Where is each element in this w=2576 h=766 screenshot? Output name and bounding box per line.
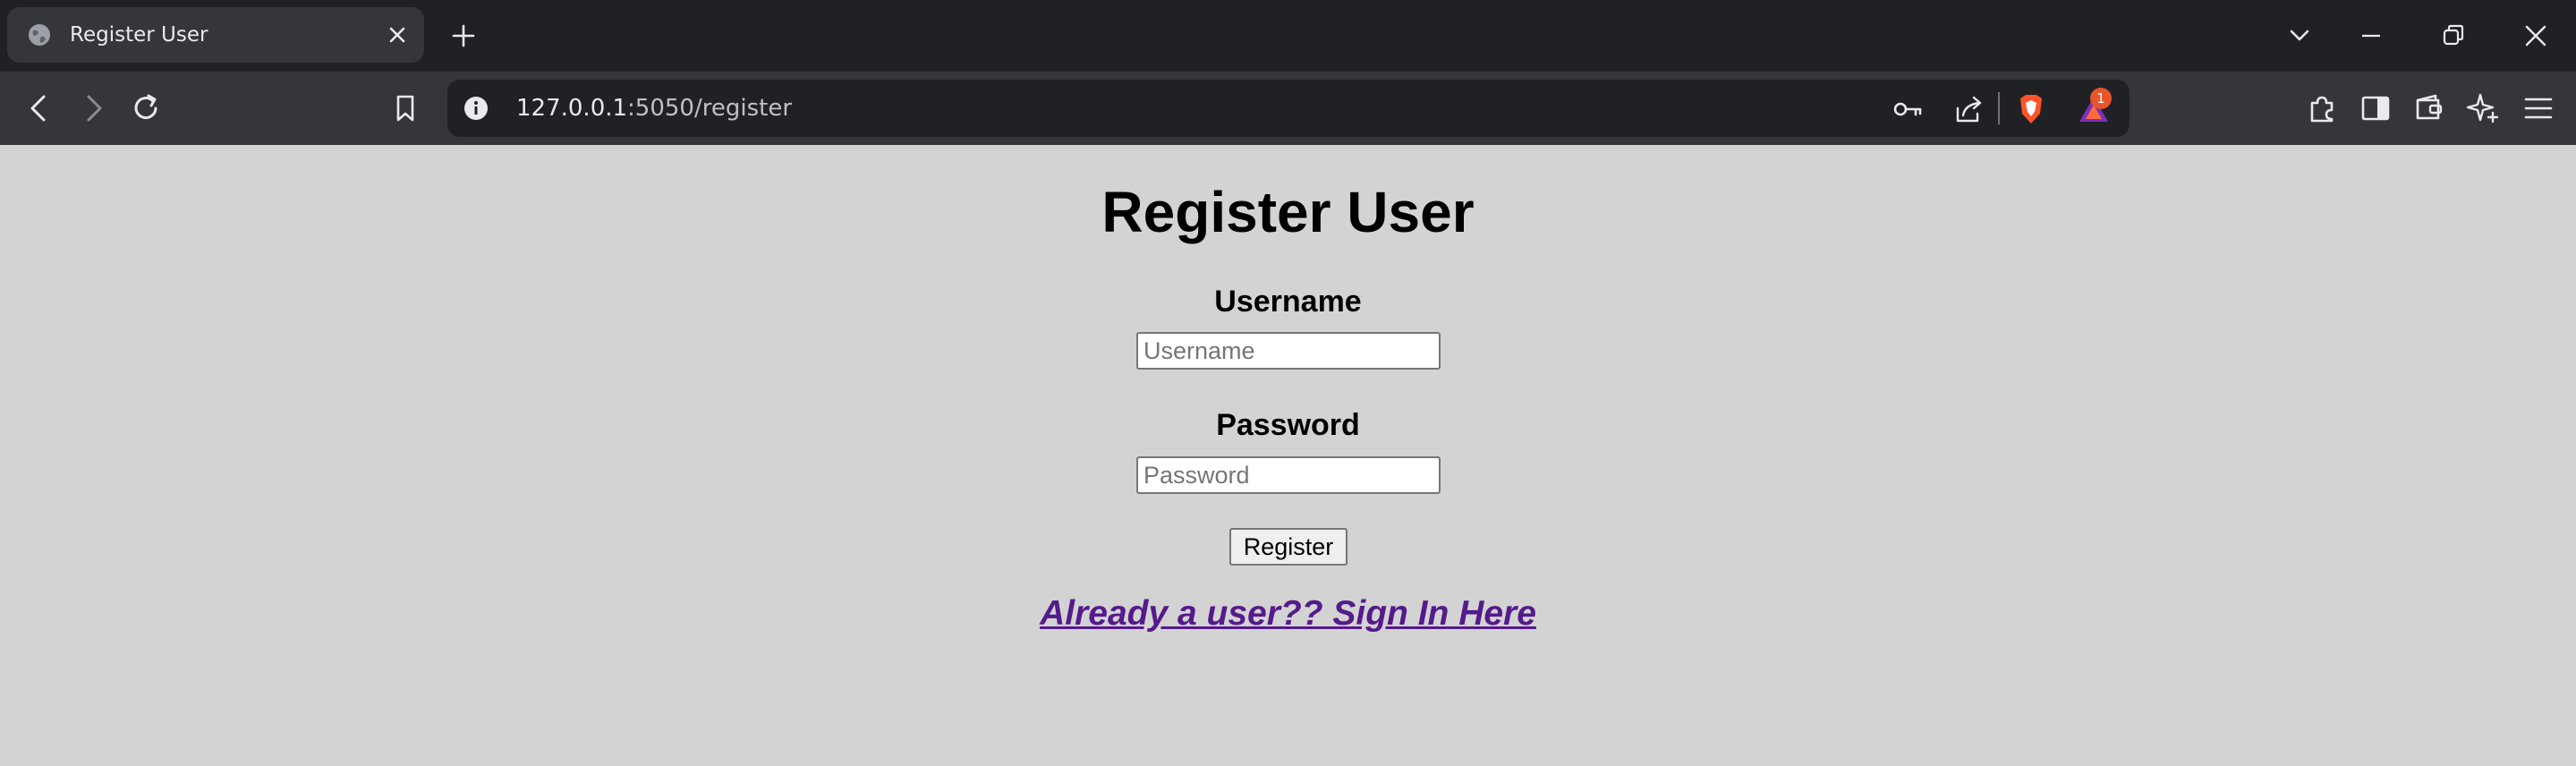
password-label: Password (1216, 408, 1360, 442)
globe-icon (29, 24, 50, 46)
address-bar[interactable]: 127.0.0.1:5050/register 1 (447, 80, 2130, 137)
key-icon[interactable] (1890, 92, 1926, 126)
notification-badge: 1 (2090, 88, 2112, 109)
tab-search-icon[interactable] (2283, 20, 2316, 52)
url-host: 127.0.0.1 (516, 95, 628, 122)
forward-icon[interactable] (72, 88, 114, 129)
leo-ai-icon[interactable] (2462, 88, 2504, 129)
brave-shields-icon[interactable] (2013, 92, 2049, 126)
sidebar-icon[interactable] (2355, 88, 2396, 129)
url-path: :5050/register (627, 95, 793, 122)
username-input[interactable] (1136, 332, 1441, 370)
browser-tab-strip: Register User (0, 0, 2576, 72)
page-title: Register User (1101, 180, 1475, 244)
tab-title: Register User (70, 23, 208, 47)
extensions-icon[interactable] (2301, 88, 2342, 129)
password-input[interactable] (1136, 456, 1441, 494)
close-tab-icon[interactable] (387, 24, 408, 46)
bookmark-icon[interactable] (385, 88, 426, 129)
browser-toolbar: 127.0.0.1:5050/register 1 (0, 72, 2576, 145)
close-window-icon[interactable] (2520, 20, 2552, 52)
omnibox-divider (1998, 92, 2000, 124)
menu-icon[interactable] (2518, 88, 2559, 129)
restore-icon[interactable] (2437, 20, 2470, 52)
info-icon[interactable] (462, 94, 490, 123)
minimize-icon[interactable] (2355, 20, 2387, 52)
browser-tab[interactable]: Register User (7, 7, 424, 63)
page-content: Register User Username Password Register… (0, 145, 2576, 766)
share-icon[interactable] (1951, 92, 1986, 126)
username-label: Username (1214, 285, 1362, 319)
back-icon[interactable] (19, 88, 60, 129)
wallet-icon[interactable] (2409, 88, 2450, 129)
reload-icon[interactable] (125, 88, 166, 129)
register-button[interactable]: Register (1229, 528, 1348, 566)
sign-in-link[interactable]: Already a user?? Sign In Here (0, 594, 2576, 634)
url-text[interactable]: 127.0.0.1:5050/register (516, 95, 792, 122)
new-tab-icon[interactable] (447, 20, 480, 52)
